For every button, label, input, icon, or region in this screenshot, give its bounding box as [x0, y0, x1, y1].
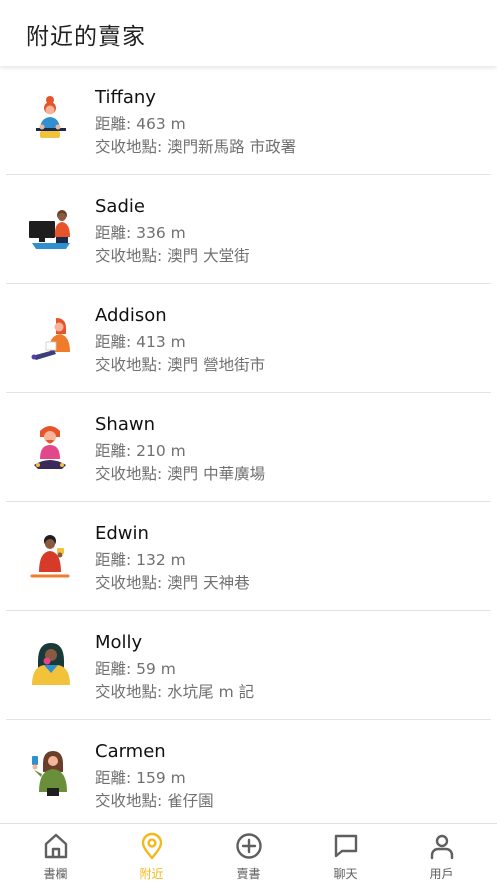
- seller-name: Edwin: [95, 523, 149, 544]
- seller-distance: 距離: 336 m: [95, 224, 186, 242]
- seller-avatar-illustration: [34, 426, 66, 469]
- seller-name: Tiffany: [95, 87, 156, 108]
- location-pin-icon: [141, 832, 162, 860]
- tab-chat[interactable]: 聊天: [296, 824, 395, 883]
- seller-distance: 距離: 413 m: [95, 333, 186, 351]
- seller-meetup-place: 交收地點: 澳門 中華廣場: [95, 465, 266, 483]
- seller-avatar-illustration: [29, 210, 70, 249]
- seller-row-carmen[interactable]: Carmen 距離: 159 m 交收地點: 雀仔園: [0, 720, 497, 823]
- app-root: 附近的賣家 Tiffany 距離: 463 m 交收地點: 澳門新馬路 市政署: [0, 0, 497, 883]
- seller-meetup-place: 交收地點: 水坑尾 m 記: [95, 683, 255, 701]
- tab-nearby[interactable]: 附近: [102, 824, 201, 883]
- seller-meetup-place: 交收地點: 澳門新馬路 市政署: [95, 138, 297, 156]
- seller-name: Addison: [95, 305, 167, 326]
- chat-bubble-icon: [334, 834, 357, 858]
- user-icon: [430, 834, 453, 860]
- tab-bookshelf[interactable]: 書欄: [6, 824, 105, 883]
- add-circle-icon: [235, 833, 262, 859]
- seller-name: Sadie: [95, 196, 145, 217]
- seller-meetup-place: 交收地點: 澳門 天神巷: [95, 574, 250, 592]
- seller-meetup-place: 交收地點: 澳門 大堂街: [95, 247, 250, 265]
- seller-distance: 距離: 159 m: [95, 769, 186, 787]
- seller-row-addison[interactable]: Addison 距離: 413 m 交收地點: 澳門 營地街市: [0, 284, 497, 393]
- seller-meetup-place: 交收地點: 澳門 營地街市: [95, 356, 266, 374]
- tab-label: 書欄: [43, 867, 68, 881]
- seller-list[interactable]: Tiffany 距離: 463 m 交收地點: 澳門新馬路 市政署 Sadie …: [0, 66, 497, 823]
- seller-distance: 距離: 132 m: [95, 551, 186, 569]
- seller-row-sadie[interactable]: Sadie 距離: 336 m 交收地點: 澳門 大堂街: [0, 175, 497, 284]
- page-title: 附近的賣家: [26, 24, 146, 50]
- seller-distance: 距離: 210 m: [95, 442, 186, 460]
- seller-avatar-illustration: [30, 535, 70, 578]
- seller-name: Carmen: [95, 741, 166, 762]
- tab-label: 賣書: [236, 867, 261, 881]
- seller-avatar-illustration: [32, 643, 70, 685]
- seller-meetup-place: 交收地點: 雀仔園: [95, 792, 214, 810]
- seller-name: Shawn: [95, 414, 155, 435]
- tab-label: 附近: [139, 867, 164, 881]
- tab-label: 用戶: [429, 867, 454, 881]
- tab-user[interactable]: 用戶: [392, 824, 491, 883]
- seller-row-tiffany[interactable]: Tiffany 距離: 463 m 交收地點: 澳門新馬路 市政署: [0, 66, 497, 175]
- seller-row-edwin[interactable]: Edwin 距離: 132 m 交收地點: 澳門 天神巷: [0, 502, 497, 611]
- seller-avatar-illustration: [32, 751, 67, 796]
- seller-avatar-illustration: [31, 318, 70, 360]
- tab-sell-book[interactable]: 賣書: [199, 824, 298, 883]
- seller-row-molly[interactable]: Molly 距離: 59 m 交收地點: 水坑尾 m 記: [0, 611, 497, 720]
- app-header: 附近的賣家: [0, 0, 497, 66]
- seller-distance: 距離: 59 m: [95, 660, 176, 678]
- seller-row-shawn[interactable]: Shawn 距離: 210 m 交收地點: 澳門 中華廣場: [0, 393, 497, 502]
- seller-distance: 距離: 463 m: [95, 115, 186, 133]
- tab-label: 聊天: [333, 867, 358, 881]
- seller-name: Molly: [95, 632, 143, 653]
- bottom-tab-bar: 書欄 附近 賣書 聊天 用戶: [0, 823, 497, 883]
- seller-avatar-illustration: [36, 96, 66, 138]
- home-icon: [44, 833, 67, 859]
